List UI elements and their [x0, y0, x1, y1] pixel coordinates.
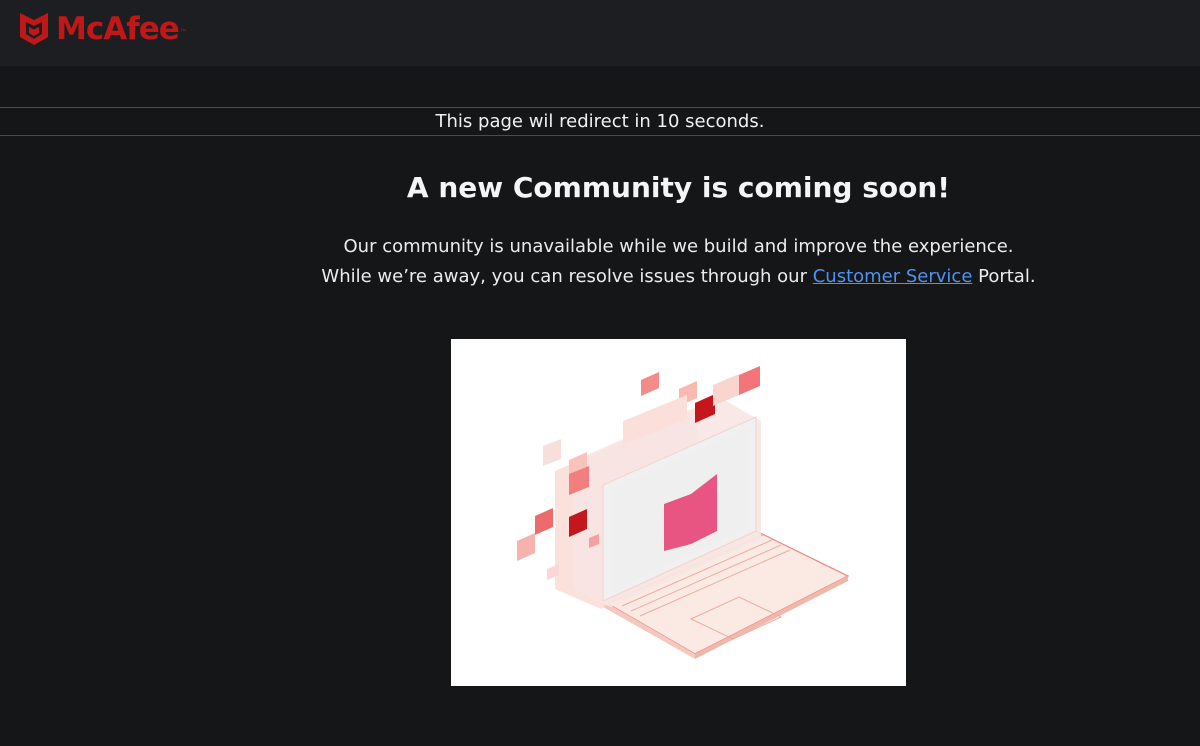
customer-service-link[interactable]: Customer Service [813, 266, 973, 287]
page-title: A new Community is coming soon! [406, 171, 951, 204]
site-header: McAfee™ [0, 0, 1200, 66]
laptop-illustration-icon [517, 366, 850, 659]
logo-trademark: ™ [179, 28, 188, 37]
laptop-security-illustration [451, 339, 906, 686]
description-line-1: Our community is unavailable while we bu… [343, 236, 1014, 257]
description-line-2-end: Portal. [972, 266, 1036, 287]
mcafee-shield-icon [20, 13, 48, 45]
description-line-2: While we’re away, you can resolve issues… [0, 262, 1200, 292]
logo-text: McAfee [56, 11, 180, 47]
description-line-2-start: While we’re away, you can resolve issues… [321, 266, 813, 287]
logo-wordmark: McAfee™ [56, 11, 188, 47]
redirect-notice: This page wil redirect in 10 seconds. [0, 107, 1200, 136]
redirect-text: This page wil redirect in 10 seconds. [435, 111, 765, 132]
page-description: Our community is unavailable while we bu… [0, 232, 1200, 292]
mcafee-logo[interactable]: McAfee™ [18, 10, 188, 48]
